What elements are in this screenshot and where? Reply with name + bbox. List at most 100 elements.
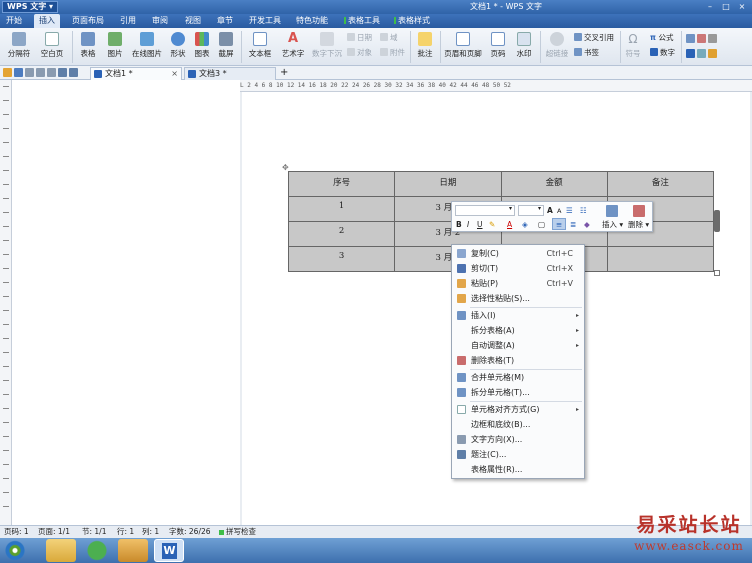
hyperlink-button[interactable]: 超链接 bbox=[544, 32, 570, 59]
textbox-button[interactable]: 文本框 bbox=[246, 32, 274, 59]
symbol-button[interactable]: Ω 符号 bbox=[623, 32, 643, 59]
online-picture-button[interactable]: 在线图片 bbox=[131, 32, 163, 59]
form-check-icon[interactable] bbox=[697, 49, 706, 58]
menu-page-layout[interactable]: 页面布局 bbox=[72, 14, 104, 28]
menu-special[interactable]: 特色功能 bbox=[296, 14, 328, 28]
form-lock-icon[interactable] bbox=[708, 49, 717, 58]
table-header-cell[interactable]: 金额 bbox=[500, 171, 608, 197]
comment-button[interactable]: 批注 bbox=[414, 32, 436, 59]
maximize-icon[interactable]: □ bbox=[720, 1, 732, 12]
menu-start[interactable]: 开始 bbox=[6, 14, 22, 28]
menu-chapter[interactable]: 章节 bbox=[217, 14, 233, 28]
numbered-list-icon[interactable]: ☷ bbox=[580, 205, 587, 216]
page-break-button[interactable]: 分隔符 bbox=[4, 32, 34, 59]
open-icon[interactable] bbox=[3, 68, 12, 77]
formula-button[interactable]: π 公式 bbox=[650, 33, 674, 43]
print-icon[interactable] bbox=[36, 68, 45, 77]
watermark-button[interactable]: 水印 bbox=[512, 32, 536, 59]
blank-page-button[interactable]: 空白页 bbox=[37, 32, 67, 59]
add-column-handle[interactable] bbox=[714, 210, 720, 232]
number-button[interactable]: 数字 bbox=[650, 48, 675, 58]
tab-document3[interactable]: 文档3 * bbox=[184, 67, 276, 80]
browser-icon[interactable] bbox=[82, 539, 112, 562]
insert-button[interactable]: 插入 ▾ bbox=[602, 219, 623, 230]
picture-button[interactable]: 图片 bbox=[103, 32, 127, 59]
menu-item-copy[interactable]: 复制(C) Ctrl+C bbox=[453, 246, 583, 261]
cross-ref-button[interactable]: 交叉引用 bbox=[574, 33, 614, 43]
menu-item-caption[interactable]: 题注(C)... bbox=[453, 447, 583, 462]
menu-view[interactable]: 视图 bbox=[185, 14, 201, 28]
shape-button[interactable]: 形状 bbox=[167, 32, 189, 59]
form-checkbox-icon[interactable] bbox=[686, 34, 695, 43]
form-button-icon[interactable] bbox=[686, 49, 695, 58]
screenshot-button[interactable]: 截屏 bbox=[215, 32, 237, 59]
menu-item-paste[interactable]: 粘贴(P) Ctrl+V bbox=[453, 276, 583, 291]
menu-item-split-table[interactable]: 拆分表格(A) ▸ bbox=[453, 323, 583, 338]
app-box-icon[interactable] bbox=[118, 539, 148, 562]
format-painter-icon[interactable] bbox=[47, 68, 56, 77]
menu-review[interactable]: 审阅 bbox=[152, 14, 168, 28]
table-cell[interactable] bbox=[606, 246, 715, 272]
menu-item-cut[interactable]: 剪切(T) Ctrl+X bbox=[453, 261, 583, 276]
table-cell[interactable]: 2 bbox=[287, 221, 396, 247]
align-center-icon[interactable]: ≡ bbox=[552, 218, 566, 230]
new-tab-button[interactable]: + bbox=[280, 66, 288, 79]
menu-item-delete-table[interactable]: 删除表格(T) bbox=[453, 353, 583, 368]
menu-item-text-direction[interactable]: 文字方向(X)... bbox=[453, 432, 583, 447]
eraser-icon[interactable]: ◆ bbox=[584, 219, 590, 230]
menu-item-split-cells[interactable]: 拆分单元格(T)... bbox=[453, 385, 583, 400]
font-name-select[interactable]: ▾ bbox=[455, 205, 515, 216]
save-icon[interactable] bbox=[14, 68, 23, 77]
redo-icon[interactable] bbox=[69, 68, 78, 77]
italic-button[interactable]: I bbox=[467, 219, 469, 230]
menu-insert[interactable]: 插入 bbox=[34, 14, 60, 28]
menu-table-style[interactable]: 表格样式 bbox=[394, 14, 430, 28]
font-size-select[interactable]: ▾ bbox=[518, 205, 544, 216]
page-number-button[interactable]: 页码 bbox=[486, 32, 510, 59]
underline-button[interactable]: U bbox=[477, 219, 483, 230]
border-icon[interactable]: ▢ bbox=[538, 219, 545, 230]
menu-item-paste-special[interactable]: 选择性粘贴(S)... bbox=[453, 291, 583, 306]
bullet-list-icon[interactable]: ☰ bbox=[566, 205, 573, 216]
menu-item-cell-alignment[interactable]: 单元格对齐方式(G) ▸ bbox=[453, 402, 583, 417]
form-combo-icon[interactable] bbox=[697, 34, 706, 43]
start-button-icon[interactable] bbox=[2, 539, 28, 562]
wps-writer-taskbar-button[interactable]: W bbox=[154, 539, 184, 562]
shading-icon[interactable]: ◈ bbox=[522, 219, 528, 230]
date-button[interactable]: 日期 bbox=[347, 33, 372, 43]
menu-developer[interactable]: 开发工具 bbox=[249, 14, 281, 28]
font-color-button[interactable]: A bbox=[507, 219, 512, 230]
header-footer-button[interactable]: 页眉和页脚 bbox=[443, 32, 483, 59]
menu-item-autofit[interactable]: 自动调整(A) ▸ bbox=[453, 338, 583, 353]
table-header-cell[interactable]: 日期 bbox=[394, 171, 502, 197]
delete-button[interactable]: 删除 ▾ bbox=[628, 219, 649, 230]
app-menu-button[interactable]: WPS 文字 ▾ bbox=[2, 1, 59, 13]
menu-item-insert[interactable]: 插入(I) ▸ bbox=[453, 308, 583, 323]
table-cell[interactable]: 1 bbox=[287, 196, 396, 222]
insert-table-icon[interactable] bbox=[606, 205, 618, 217]
grow-font-button[interactable]: A bbox=[547, 205, 553, 216]
field-button[interactable]: 域 bbox=[380, 33, 398, 43]
chart-button[interactable]: 图表 bbox=[192, 32, 212, 59]
close-tab-icon[interactable]: × bbox=[171, 68, 178, 80]
art-text-button[interactable]: A 艺术字 bbox=[280, 32, 306, 59]
delete-table-icon[interactable] bbox=[633, 205, 645, 217]
horizontal-ruler[interactable]: L 2 4 6 8 10 12 14 16 18 20 22 24 26 28 … bbox=[240, 80, 752, 92]
bold-button[interactable]: B bbox=[456, 219, 462, 230]
object-button[interactable]: 对象 bbox=[347, 48, 372, 58]
table-cell[interactable]: 3 bbox=[287, 246, 396, 272]
file-explorer-icon[interactable] bbox=[46, 539, 76, 562]
menu-table-tools[interactable]: 表格工具 bbox=[344, 14, 380, 28]
table-resize-handle-icon[interactable] bbox=[714, 270, 720, 276]
bookmark-button[interactable]: 书签 bbox=[574, 48, 599, 58]
attachment-button[interactable]: 附件 bbox=[380, 48, 405, 58]
menu-references[interactable]: 引用 bbox=[120, 14, 136, 28]
menu-item-table-properties[interactable]: 表格属性(R)... bbox=[453, 462, 583, 477]
print-preview-icon[interactable] bbox=[25, 68, 34, 77]
table-header-cell[interactable]: 备注 bbox=[606, 171, 715, 197]
spellcheck-button[interactable]: 拼写检查 bbox=[226, 526, 256, 538]
form-list-icon[interactable] bbox=[708, 34, 717, 43]
menu-item-borders-shading[interactable]: 边框和底纹(B)... bbox=[453, 417, 583, 432]
close-icon[interactable]: × bbox=[736, 1, 748, 12]
shrink-font-button[interactable]: A bbox=[557, 206, 561, 217]
